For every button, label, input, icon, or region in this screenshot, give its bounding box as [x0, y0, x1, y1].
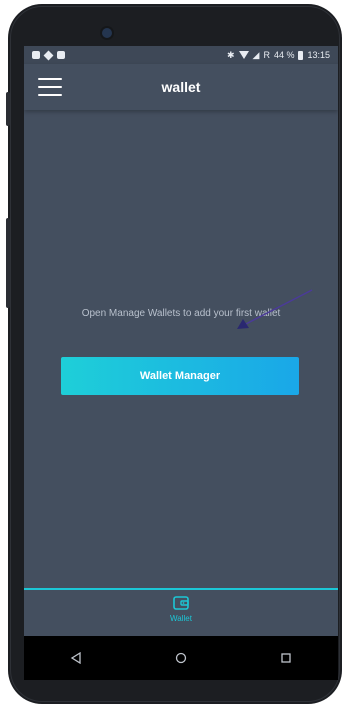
- signal-icon: ◢: [252, 49, 260, 60]
- app-bar: wallet: [24, 64, 338, 110]
- location-icon: [43, 50, 54, 60]
- wallet-manager-button[interactable]: Wallet Manager: [61, 357, 299, 395]
- hamburger-menu-icon[interactable]: [38, 78, 62, 96]
- image-icon: [57, 51, 65, 59]
- clock: 13:15: [307, 50, 330, 60]
- system-navigation-bar: [24, 636, 338, 680]
- page-title: wallet: [161, 79, 201, 95]
- empty-state-message: Open Manage Wallets to add your first wa…: [81, 308, 281, 319]
- nav-label-wallet: Wallet: [170, 614, 192, 623]
- status-bar: ✱ ◢ R 44 % 13:15: [24, 46, 338, 64]
- battery-percent: 44 %: [273, 50, 295, 60]
- bottom-navigation: Wallet: [24, 588, 338, 638]
- nav-item-wallet[interactable]: Wallet: [164, 596, 198, 634]
- power-button: [6, 218, 10, 308]
- bluetooth-icon: ✱: [226, 49, 235, 60]
- wallet-icon: [173, 596, 189, 610]
- phone-screen: ✱ ◢ R 44 % 13:15 wallet Open Manage Wall…: [24, 46, 338, 680]
- recents-icon[interactable]: [271, 643, 301, 673]
- home-icon[interactable]: [166, 643, 196, 673]
- volume-button: [6, 92, 10, 126]
- wifi-icon: [238, 51, 249, 59]
- front-camera: [102, 28, 112, 38]
- notification-icon: [32, 51, 40, 59]
- network-indicator: R: [263, 50, 270, 60]
- back-icon[interactable]: [61, 643, 91, 673]
- battery-icon: [298, 50, 304, 60]
